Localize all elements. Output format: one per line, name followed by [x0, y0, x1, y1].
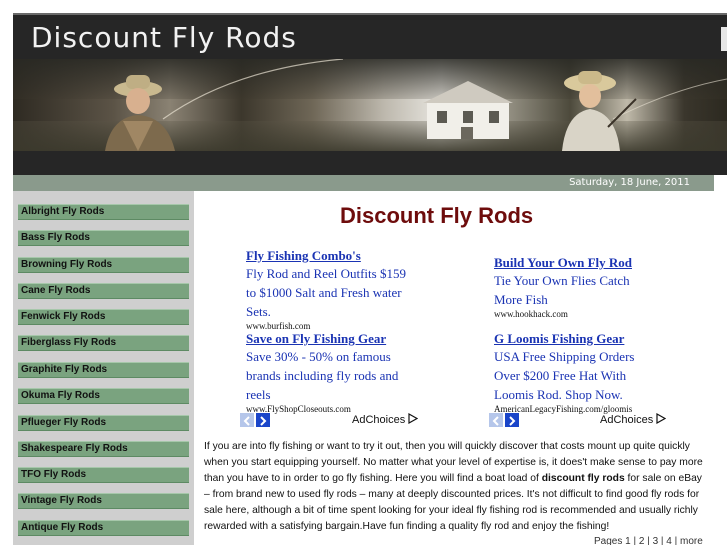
- ad-description: USA Free Shipping Orders Over $200 Free …: [494, 349, 635, 402]
- more-pages-link[interactable]: more: [680, 536, 703, 545]
- ad-pager-right: [489, 413, 521, 427]
- farmhouse-icon: [423, 81, 513, 139]
- ad-pager-left: [240, 413, 272, 427]
- adchoices-link[interactable]: AdChoices: [352, 412, 419, 426]
- ad-unit[interactable]: Save on Fly Fishing Gear Save 30% - 50% …: [246, 331, 416, 415]
- sidebar-item-fiberglass[interactable]: Fiberglass Fly Rods: [18, 335, 189, 351]
- ad-url[interactable]: www.hookhack.com: [494, 309, 659, 320]
- ad-next-button[interactable]: [505, 413, 519, 427]
- fisherman-left-icon: [105, 75, 175, 151]
- sidebar-item-bass[interactable]: Bass Fly Rods: [18, 230, 189, 246]
- sidebar-item-shakespeare[interactable]: Shakespeare Fly Rods: [18, 441, 189, 457]
- page-link-3[interactable]: 3: [653, 536, 659, 545]
- site-header: Discount Fly Rods: [13, 13, 727, 59]
- sidebar-item-label: Vintage Fly Rods: [21, 495, 102, 506]
- sidebar-item-label: Cane Fly Rods: [21, 285, 91, 296]
- banner-strip: [13, 151, 727, 175]
- sidebar-item-fenwick[interactable]: Fenwick Fly Rods: [18, 309, 189, 325]
- adchoices-link[interactable]: AdChoices: [600, 412, 667, 426]
- sidebar-item-label: Browning Fly Rods: [21, 259, 113, 270]
- ad-next-button[interactable]: [256, 413, 270, 427]
- intro-keyword: discount fly rods: [541, 473, 625, 484]
- sidebar-item-pflueger[interactable]: Pflueger Fly Rods: [18, 415, 189, 431]
- ad-description: Fly Rod and Reel Outfits $159 to $1000 S…: [246, 266, 406, 319]
- pagination: Pages 1 | 2 | 3 | 4 | more: [594, 536, 703, 545]
- sidebar-item-label: Shakespeare Fly Rods: [21, 443, 128, 454]
- page-title: Discount Fly Rods: [340, 203, 534, 228]
- sidebar-item-label: Fiberglass Fly Rods: [21, 337, 117, 348]
- ad-prev-button[interactable]: [489, 413, 503, 427]
- adchoices-label: AdChoices: [600, 414, 654, 426]
- ad-description: Tie Your Own Flies Catch More Fish: [494, 273, 630, 307]
- sidebar-item-graphite[interactable]: Graphite Fly Rods: [18, 362, 189, 378]
- ad-title-link[interactable]: Build Your Own Fly Rod: [494, 255, 659, 271]
- adchoices-label: AdChoices: [352, 414, 406, 426]
- intro-paragraph: If you are into fly fishing or want to t…: [204, 439, 709, 535]
- page-link-1[interactable]: 1: [625, 536, 631, 545]
- ad-unit[interactable]: Fly Fishing Combo's Fly Rod and Reel Out…: [246, 248, 416, 332]
- sidebar-item-label: Antique Fly Rods: [21, 522, 104, 533]
- sidebar-item-okuma[interactable]: Okuma Fly Rods: [18, 388, 189, 404]
- sidebar-item-label: Graphite Fly Rods: [21, 364, 108, 375]
- sidebar-item-antique[interactable]: Antique Fly Rods: [18, 520, 189, 536]
- date-bar: Saturday, 18 June, 2011: [13, 175, 714, 191]
- current-date: Saturday, 18 June, 2011: [569, 177, 690, 188]
- ad-title-link[interactable]: G Loomis Fishing Gear: [494, 331, 659, 347]
- pagination-label: Pages: [594, 536, 623, 545]
- sidebar-item-label: Bass Fly Rods: [21, 232, 90, 243]
- child-angler-icon: [562, 71, 637, 151]
- adchoices-icon: [656, 412, 667, 425]
- sidebar-item-albright[interactable]: Albright Fly Rods: [18, 204, 189, 220]
- chevron-left-icon: [492, 416, 499, 426]
- sidebar-item-browning[interactable]: Browning Fly Rods: [18, 257, 189, 273]
- header-edge: [721, 27, 727, 51]
- sidebar-item-label: Fenwick Fly Rods: [21, 311, 106, 322]
- header-banner-photo: [13, 59, 727, 151]
- ad-unit[interactable]: G Loomis Fishing Gear USA Free Shipping …: [494, 331, 659, 415]
- page-link-2[interactable]: 2: [639, 536, 645, 545]
- sidebar-item-label: Pflueger Fly Rods: [21, 417, 107, 428]
- ad-title-link[interactable]: Save on Fly Fishing Gear: [246, 331, 416, 347]
- sidebar-item-label: TFO Fly Rods: [21, 469, 86, 480]
- sidebar-item-vintage[interactable]: Vintage Fly Rods: [18, 493, 189, 509]
- adchoices-icon: [408, 412, 419, 425]
- chevron-right-icon: [509, 416, 516, 426]
- sidebar: Albright Fly Rods Bass Fly Rods Browning…: [13, 191, 194, 545]
- ad-unit[interactable]: Build Your Own Fly Rod Tie Your Own Flie…: [494, 255, 659, 320]
- sidebar-item-tfo[interactable]: TFO Fly Rods: [18, 467, 189, 483]
- sidebar-item-label: Albright Fly Rods: [21, 206, 105, 217]
- ad-title-link[interactable]: Fly Fishing Combo's: [246, 248, 416, 264]
- sidebar-item-label: Okuma Fly Rods: [21, 390, 100, 401]
- sidebar-item-cane[interactable]: Cane Fly Rods: [18, 283, 189, 299]
- chevron-right-icon: [260, 416, 267, 426]
- site-title[interactable]: Discount Fly Rods: [31, 21, 297, 54]
- page-link-4[interactable]: 4: [666, 536, 672, 545]
- ad-description: Save 30% - 50% on famous brands includin…: [246, 349, 399, 402]
- page: Discount Fly Rods Saturday, 18 June, 201…: [0, 0, 727, 545]
- ad-prev-button[interactable]: [240, 413, 254, 427]
- chevron-left-icon: [243, 416, 250, 426]
